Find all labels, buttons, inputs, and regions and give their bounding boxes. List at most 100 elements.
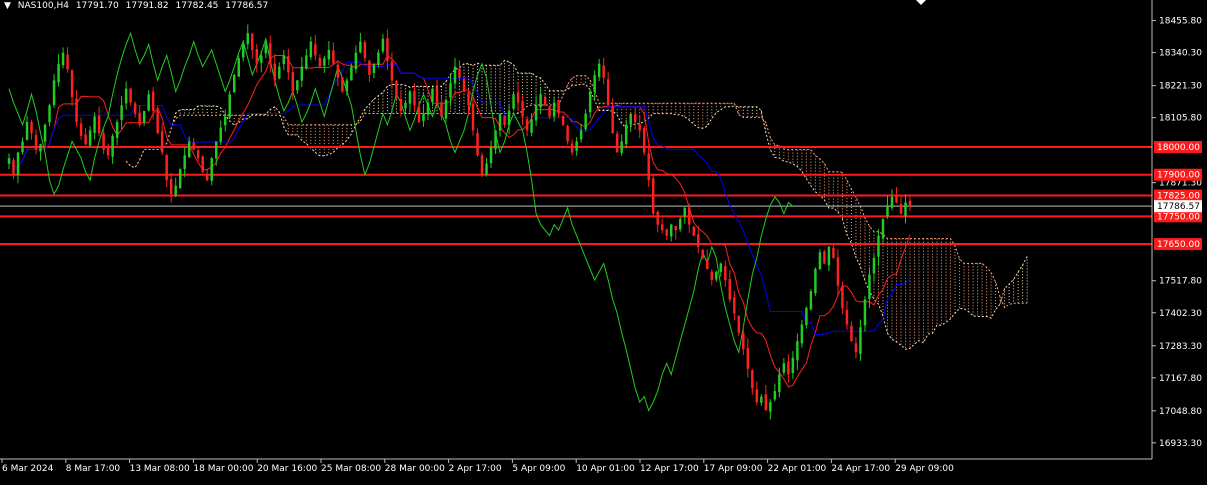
candle-body — [124, 88, 128, 104]
candle-body — [417, 106, 421, 123]
ohlc-low: 17782.45 — [175, 1, 219, 11]
candle-body — [701, 249, 705, 258]
candle-body — [34, 135, 38, 150]
candle-body — [296, 80, 299, 91]
price-tick-label: 17402.30 — [1159, 309, 1202, 319]
collapse-triangle-icon[interactable]: ▼ — [4, 1, 11, 11]
candle-body — [579, 130, 583, 140]
candle-body — [854, 343, 858, 353]
candle-body — [345, 80, 349, 92]
candle-body — [111, 135, 114, 157]
level-label: 17900.00 — [1157, 171, 1200, 181]
candle-body — [620, 141, 623, 153]
price-tick-label: 17167.80 — [1159, 374, 1202, 384]
price-tick-label: 18340.30 — [1159, 49, 1202, 59]
candle-body — [233, 74, 236, 93]
candle-body — [908, 200, 912, 207]
candle-body — [895, 196, 898, 203]
candle-body — [543, 96, 547, 106]
time-tick-label: 22 Apr 01:00 — [768, 464, 827, 474]
time-tick-label: 20 Mar 16:00 — [257, 464, 317, 474]
candle-body — [102, 133, 105, 150]
candle-body — [674, 226, 677, 231]
candle-body — [814, 269, 817, 294]
candle-body — [52, 80, 56, 106]
candle-body — [728, 279, 732, 300]
level-label: 17750.00 — [1157, 212, 1200, 222]
candle-body — [129, 88, 132, 103]
candle-body — [251, 33, 254, 50]
candle-body — [719, 263, 723, 272]
candle-body — [399, 99, 403, 111]
candle-body — [70, 70, 74, 98]
candle-body — [787, 361, 790, 375]
candle-body — [679, 219, 682, 230]
candle-body — [606, 79, 610, 106]
candle-body — [336, 64, 340, 78]
candle-body — [390, 61, 394, 81]
candle-body — [133, 103, 137, 114]
candle-body — [314, 44, 317, 56]
candle-body — [205, 174, 209, 181]
candle-body — [494, 130, 497, 150]
candle-body — [841, 286, 844, 308]
candle-body — [138, 112, 141, 125]
chart-area[interactable]: 18455.80 18340.30 18221.30 18105.80 17871.30… — [0, 0, 1207, 481]
candle-body — [84, 134, 87, 145]
candle-body — [534, 105, 538, 121]
candle-body — [485, 163, 488, 175]
time-tick-label: 28 Mar 00:00 — [385, 464, 445, 474]
candle-body — [561, 116, 565, 125]
candle-body — [688, 207, 691, 225]
candle-body — [751, 370, 754, 389]
candle-body — [305, 55, 308, 69]
candle-body — [404, 102, 407, 109]
candle-body — [629, 113, 632, 125]
candle-body — [43, 124, 47, 142]
candle-body — [845, 309, 849, 325]
candle-body — [638, 124, 641, 131]
candle-body — [323, 58, 326, 66]
price-tick-label: 16933.30 — [1159, 439, 1202, 449]
candle-body — [219, 127, 222, 142]
candle-body — [237, 58, 240, 77]
candle-body — [782, 363, 786, 373]
candle-body — [106, 147, 110, 156]
candle-body — [507, 110, 511, 126]
candle-body — [426, 102, 430, 115]
price-chart[interactable]: 18455.8018340.3018221.3018105.8017871.30… — [0, 0, 1207, 481]
time-tick-label: 25 Mar 08:00 — [321, 464, 381, 474]
level-label: 18000.00 — [1157, 143, 1200, 153]
candle-body — [255, 49, 259, 64]
price-tick-label: 17283.30 — [1159, 342, 1202, 352]
candle-body — [147, 94, 150, 111]
candle-body — [440, 102, 443, 117]
candle-body — [368, 60, 371, 75]
ohlc-close: 17786.57 — [225, 1, 269, 11]
candle-body — [525, 119, 529, 131]
candle-body — [142, 110, 146, 123]
candle-body — [359, 41, 362, 53]
candle-body — [760, 396, 763, 403]
current-price-label: 17786.57 — [1157, 202, 1200, 212]
candle-body — [823, 251, 826, 264]
candle-body — [476, 132, 479, 156]
candle-body — [899, 204, 903, 214]
candle-body — [444, 99, 448, 119]
candle-body — [773, 391, 777, 400]
candle-body — [651, 178, 655, 214]
level-label: 17825.00 — [1157, 192, 1200, 202]
ohlc-open: 17791.70 — [75, 1, 119, 11]
candle-body — [710, 271, 714, 281]
candle-body — [489, 146, 493, 164]
candle-body — [449, 83, 452, 98]
candle-body — [656, 211, 659, 225]
level-label: 17650.00 — [1157, 240, 1200, 250]
candle-body — [57, 63, 60, 83]
candle-body — [863, 299, 867, 326]
candle-body — [539, 94, 542, 108]
candle-body — [859, 327, 862, 354]
candle-body — [413, 90, 416, 106]
candle-body — [566, 125, 569, 142]
candle-body — [282, 55, 286, 64]
